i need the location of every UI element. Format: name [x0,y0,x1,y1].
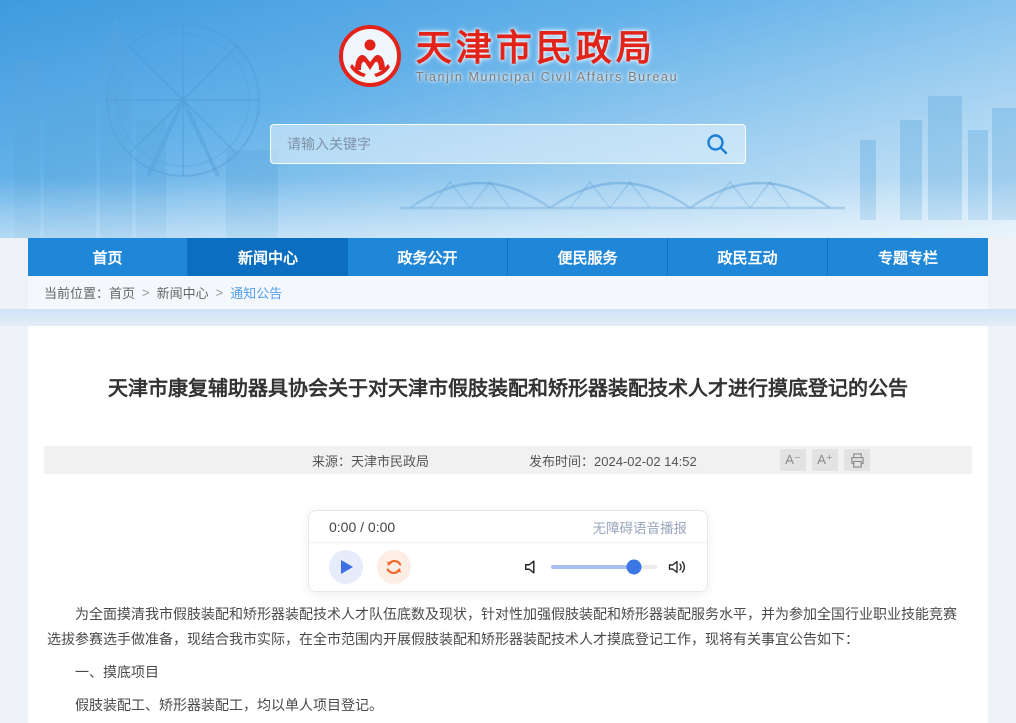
search-bar [270,124,746,164]
nav-item-services[interactable]: 便民服务 [508,238,668,276]
publish-value: 2024-02-02 14:52 [594,454,697,469]
nav-item-home[interactable]: 首页 [28,238,188,276]
article-title: 天津市康复辅助器具协会关于对天津市假肢装配和矫形器装配技术人才进行摸底登记的公告 [28,326,988,404]
accessibility-broadcast-label: 无障碍语音播报 [593,517,688,537]
play-button[interactable] [329,550,363,584]
article-container: 天津市康复辅助器具协会关于对天津市假肢装配和矫形器装配技术人才进行摸底登记的公告… [28,326,988,723]
breadcrumb-separator: > [142,285,150,300]
replay-button[interactable] [377,550,411,584]
main-nav: 首页 新闻中心 政务公开 便民服务 政民互动 专题专栏 [28,238,988,276]
site-logo[interactable]: 天津市民政局 Tianjin Municipal Civil Affairs B… [0,24,1016,88]
article-paragraph: 假肢装配工、矫形器装配工，均以单人项目登记。 [47,693,969,718]
article-source: 来源：天津市民政局 [312,451,429,470]
volume-thumb[interactable] [626,560,641,575]
breadcrumb-notices[interactable]: 通知公告 [230,283,282,302]
article-meta-bar: 来源：天津市民政局 发布时间：2024-02-02 14:52 A⁻ A⁺ [44,446,972,474]
nav-item-interaction[interactable]: 政民互动 [668,238,828,276]
search-button[interactable] [705,132,729,156]
font-decrease-button[interactable]: A⁻ [780,449,806,471]
site-name-english: Tianjin Municipal Civil Affairs Bureau [416,70,678,84]
article-paragraph: 一、摸底项目 [47,660,969,685]
search-input[interactable] [287,136,705,152]
breadcrumb-news[interactable]: 新闻中心 [157,283,209,302]
nav-item-gov-info[interactable]: 政务公开 [348,238,508,276]
page-background-strip [0,309,1016,326]
volume-loud-icon[interactable] [667,558,687,576]
breadcrumb-separator: > [216,285,224,300]
player-time: 0:00 / 0:00 [329,519,395,535]
site-name: 天津市民政局 [416,28,678,68]
breadcrumb: 当前位置： 首页 > 新闻中心 > 通知公告 [28,276,988,309]
volume-mute-icon[interactable] [523,558,541,576]
article-publish-time: 发布时间：2024-02-02 14:52 [529,451,697,470]
breadcrumb-label: 当前位置： [44,283,109,302]
replay-icon [384,557,404,577]
article-body: 为全面摸清我市假肢装配和矫形器装配技术人才队伍底数及现状，针对性加强假肢装配和矫… [28,592,988,723]
volume-fill [551,565,634,569]
source-label: 来源： [312,454,351,469]
printer-icon [850,453,865,468]
print-button[interactable] [844,449,870,471]
play-icon [339,559,354,575]
font-increase-button[interactable]: A⁺ [812,449,838,471]
nav-item-news[interactable]: 新闻中心 [188,238,348,276]
header-banner: 天津市民政局 Tianjin Municipal Civil Affairs B… [0,0,1016,238]
tts-audio-player: 0:00 / 0:00 无障碍语音播报 [308,510,708,592]
breadcrumb-home[interactable]: 首页 [109,283,135,302]
banner-water-haze [0,178,1016,238]
nav-item-special[interactable]: 专题专栏 [828,238,988,276]
article-paragraph: 为全面摸清我市假肢装配和矫形器装配技术人才队伍底数及现状，针对性加强假肢装配和矫… [47,602,969,652]
publish-label: 发布时间： [529,454,594,469]
volume-slider[interactable] [551,565,657,569]
source-value: 天津市民政局 [351,454,429,469]
search-icon [705,132,729,156]
civil-affairs-emblem-icon [338,24,402,88]
